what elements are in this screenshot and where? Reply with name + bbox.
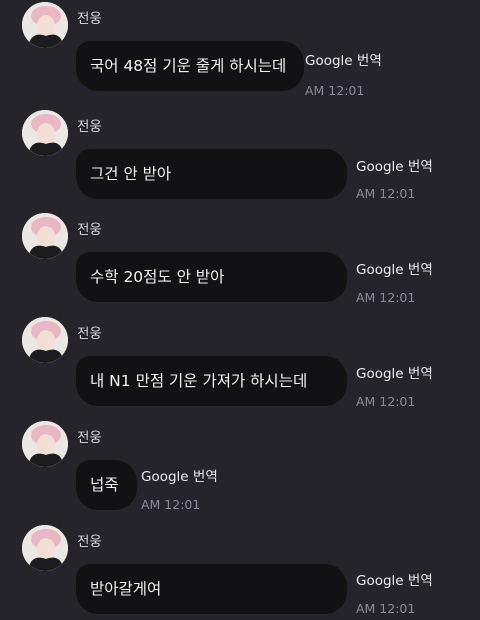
message-bubble[interactable]: 받아갈게여 [76, 564, 347, 614]
message-timestamp: AM 12:01 [356, 186, 416, 201]
message-timestamp: AM 12:01 [356, 290, 416, 305]
sender-avatar[interactable] [22, 213, 68, 259]
message-timestamp: AM 12:01 [356, 601, 416, 616]
sender-name[interactable]: 전웅 [77, 221, 102, 239]
chat-message: 전웅 국어 48점 기운 줄게 하시는데 Google 번역 AM 12:01 [0, 0, 480, 104]
chat-message: 전웅 그건 안 받아 Google 번역 AM 12:01 [0, 108, 480, 212]
google-translate-link[interactable]: Google 번역 [305, 52, 382, 70]
chat-message: 전웅 넙죽 Google 번역 AM 12:01 [0, 419, 480, 523]
chat-message: 전웅 내 N1 만점 기운 가져가 하시는데 Google 번역 AM 12:0… [0, 315, 480, 419]
message-bubble[interactable]: 국어 48점 기운 줄게 하시는데 [76, 41, 305, 91]
sender-avatar[interactable] [22, 421, 68, 467]
message-bubble[interactable]: 내 N1 만점 기운 가져가 하시는데 [76, 356, 347, 406]
message-bubble[interactable]: 그건 안 받아 [76, 149, 347, 199]
google-translate-link[interactable]: Google 번역 [141, 468, 218, 486]
message-timestamp: AM 12:01 [356, 394, 416, 409]
sender-avatar[interactable] [22, 2, 68, 48]
sender-name[interactable]: 전웅 [77, 533, 102, 551]
sender-avatar[interactable] [22, 525, 68, 571]
sender-name[interactable]: 전웅 [77, 325, 102, 343]
chat-log: 전웅 국어 48점 기운 줄게 하시는데 Google 번역 AM 12:01 … [0, 0, 480, 620]
message-timestamp: AM 12:01 [141, 497, 201, 512]
chat-message: 전웅 받아갈게여 Google 번역 AM 12:01 [0, 523, 480, 620]
sender-name[interactable]: 전웅 [77, 118, 102, 136]
sender-name[interactable]: 전웅 [77, 429, 102, 447]
sender-name[interactable]: 전웅 [77, 10, 102, 28]
message-bubble[interactable]: 넙죽 [76, 460, 137, 510]
google-translate-link[interactable]: Google 번역 [356, 572, 433, 590]
message-bubble[interactable]: 수학 20점도 안 받아 [76, 252, 347, 302]
sender-avatar[interactable] [22, 317, 68, 363]
chat-message: 전웅 수학 20점도 안 받아 Google 번역 AM 12:01 [0, 211, 480, 315]
sender-avatar[interactable] [22, 110, 68, 156]
message-timestamp: AM 12:01 [305, 83, 365, 98]
google-translate-link[interactable]: Google 번역 [356, 365, 433, 383]
google-translate-link[interactable]: Google 번역 [356, 261, 433, 279]
google-translate-link[interactable]: Google 번역 [356, 158, 433, 176]
